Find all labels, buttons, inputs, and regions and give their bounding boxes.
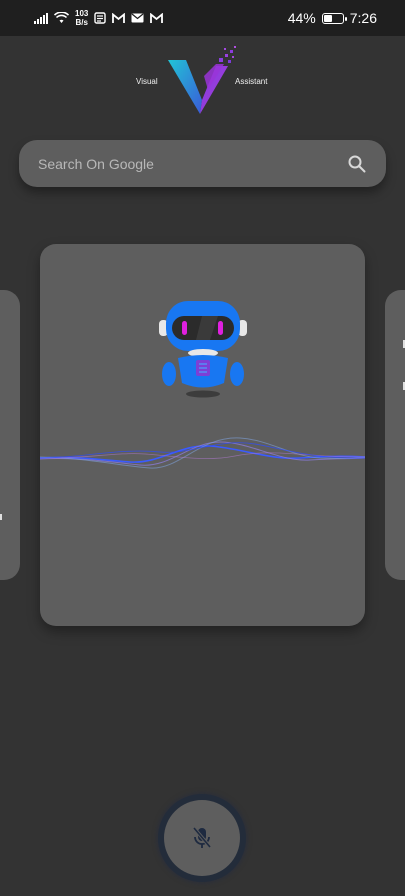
gmail-icon (112, 12, 126, 24)
logo-right-text: Assistant (235, 77, 268, 86)
mail-icon (131, 13, 144, 23)
battery-percent: 44% (287, 10, 316, 26)
clock-time: 7:26 (349, 10, 377, 26)
net-speed: 103 B/s (75, 9, 88, 27)
robot-icon (158, 298, 248, 403)
carousel-card-previous[interactable] (0, 290, 20, 580)
assistant-card[interactable] (40, 244, 365, 626)
net-speed-unit: B/s (75, 18, 88, 27)
logo-left-text: Visual (136, 77, 158, 86)
news-icon (94, 12, 107, 24)
gmail-icon (150, 12, 164, 24)
battery-level-fill (323, 14, 332, 22)
app-logo: Visual Assistant (0, 46, 405, 120)
signal-icon (34, 12, 48, 24)
mic-button[interactable] (164, 800, 240, 876)
card-edge-mark (0, 514, 2, 520)
wifi-icon (54, 12, 69, 24)
voice-waveform (40, 432, 365, 487)
status-bar: 103 B/s 44% 7:26 (0, 0, 405, 36)
search-icon[interactable] (348, 155, 366, 173)
search-input[interactable] (38, 155, 318, 172)
v-logo-icon (164, 46, 238, 121)
carousel-card-next[interactable] (385, 290, 405, 580)
battery-icon (321, 12, 347, 24)
mic-off-icon (191, 826, 213, 850)
status-right: 44% 7:26 (288, 10, 377, 26)
status-left: 103 B/s (34, 9, 164, 27)
search-bar[interactable] (19, 140, 386, 187)
net-speed-value: 103 (75, 9, 89, 18)
